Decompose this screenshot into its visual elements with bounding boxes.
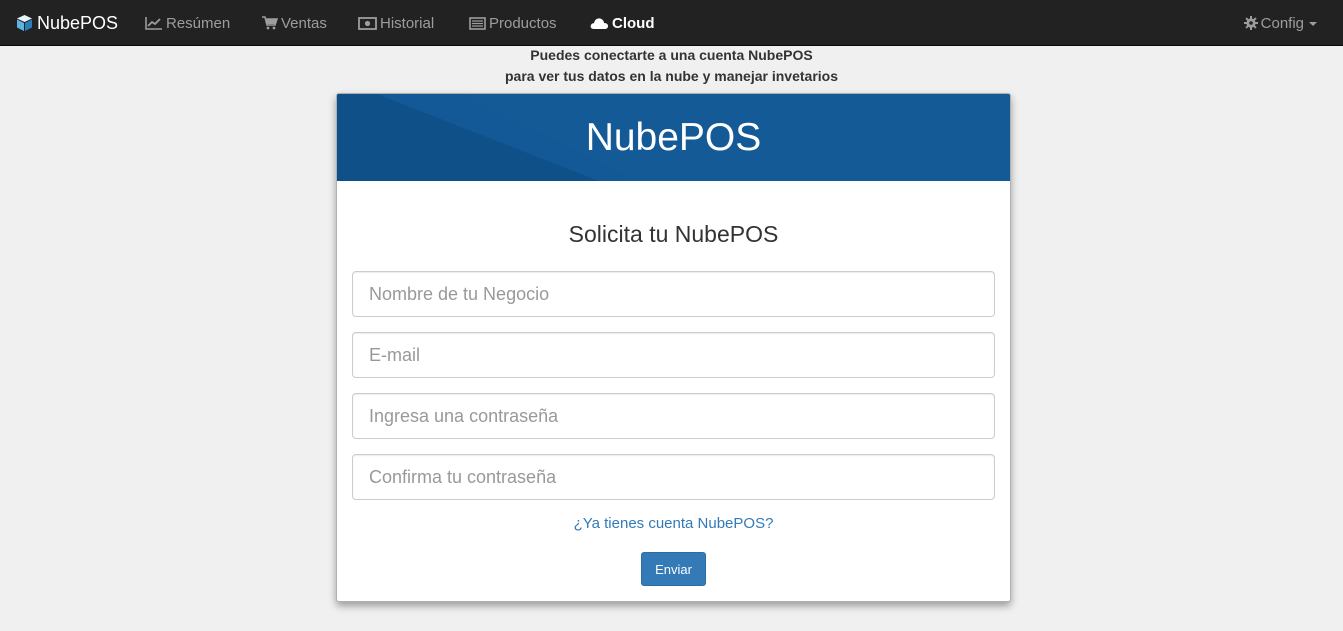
list-icon [469,16,486,30]
nav-item-historial[interactable]: Historial [358,0,434,46]
chart-line-icon [145,17,162,30]
nav-item-label: Cloud [612,14,655,32]
gear-icon [1243,16,1258,30]
intro-line-1: Puedes conectarte a una cuenta NubePOS [530,47,813,63]
nav-item-label: Resúmen [166,14,231,32]
cube-logo-icon [17,15,32,31]
nav-item-ventas[interactable]: Ventas [262,0,327,46]
config-dropdown[interactable]: Config [1243,0,1317,46]
signup-card: NubePOS Solicita tu NubePOS ¿Ya tienes c… [336,93,1011,602]
nav-item-label: Productos [489,14,557,32]
card-header: NubePOS [337,94,1010,181]
existing-account-link[interactable]: ¿Ya tienes cuenta NubePOS? [337,515,1010,532]
submit-button[interactable]: Enviar [641,552,706,586]
confirm-password-field[interactable] [352,454,995,500]
nav-item-label: Historial [380,14,435,32]
intro-line-2: para ver tus datos en la nube y manejar … [504,68,838,84]
caret-down-icon [1309,22,1317,26]
brand-name: NubePOS [37,12,119,33]
business-name-field[interactable] [352,271,995,317]
email-field[interactable] [352,332,995,378]
card-header-title: NubePOS [585,115,762,159]
config-label: Config [1260,14,1304,32]
nav-item-cloud[interactable]: Cloud [590,0,655,46]
top-navbar: NubePOS Resúmen Ventas Historial Product… [0,0,1343,46]
nav-item-productos[interactable]: Productos [469,0,557,46]
shopping-cart-icon [262,16,278,30]
cloud-icon [590,17,609,29]
intro-message: Puedes conectarte a una cuenta NubePOS p… [0,45,1343,87]
nav-item-label: Ventas [281,14,327,32]
form-title: Solicita tu NubePOS [568,221,779,247]
brand-link[interactable]: NubePOS [16,0,118,46]
money-icon [358,16,377,30]
nav-item-resumen[interactable]: Resúmen [145,0,230,46]
password-field[interactable] [352,393,995,439]
